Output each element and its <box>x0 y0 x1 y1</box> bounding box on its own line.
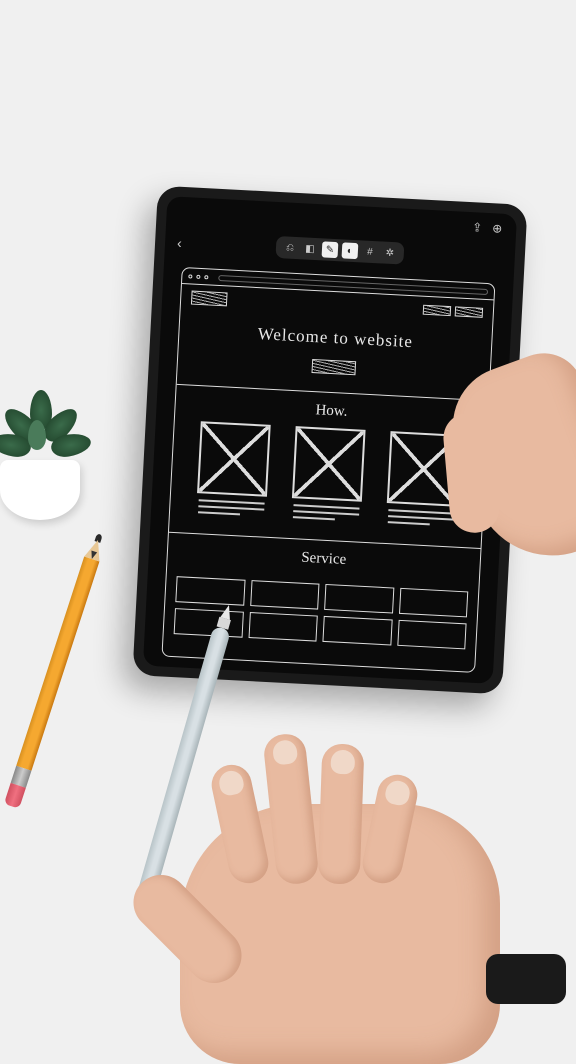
feature-cards-sketch <box>169 420 486 549</box>
text-tool[interactable]: # <box>361 243 378 260</box>
drawing-toolbar: ⎌ ◧ ✎ ◐ # ✲ <box>275 236 404 265</box>
succulent-plant <box>0 380 100 520</box>
wooden-pencil <box>4 538 106 809</box>
grid-item-placeholder <box>397 620 467 650</box>
nav-link-placeholder <box>423 305 451 316</box>
grid-item-placeholder <box>175 576 245 606</box>
grid-item-placeholder <box>248 612 318 642</box>
eraser-tool[interactable]: ◧ <box>302 240 319 257</box>
share-icon[interactable]: ⇪ <box>472 220 483 235</box>
wristwatch <box>486 954 566 1004</box>
plant-pot <box>0 460 80 520</box>
nav-link-placeholder <box>455 306 483 317</box>
undo-tool[interactable]: ⎌ <box>282 239 299 256</box>
back-button[interactable]: ‹ <box>177 235 183 251</box>
more-icon[interactable]: ⊕ <box>492 221 503 236</box>
feature-card <box>196 421 271 521</box>
shape-tool[interactable]: ◐ <box>342 242 359 259</box>
left-hand <box>180 804 500 1064</box>
grid-item-placeholder <box>398 588 468 618</box>
image-placeholder-icon <box>292 426 366 502</box>
cta-button-placeholder <box>311 359 356 375</box>
logo-placeholder <box>191 291 228 307</box>
image-placeholder-icon <box>197 421 271 497</box>
grid-item-placeholder <box>250 580 320 610</box>
grid-item-placeholder <box>322 616 392 646</box>
pen-tool[interactable]: ✎ <box>322 241 339 258</box>
grid-item-placeholder <box>324 584 394 614</box>
hero-heading: Welcome to website <box>179 320 492 356</box>
settings-tool[interactable]: ✲ <box>381 244 398 261</box>
feature-card <box>291 426 366 526</box>
